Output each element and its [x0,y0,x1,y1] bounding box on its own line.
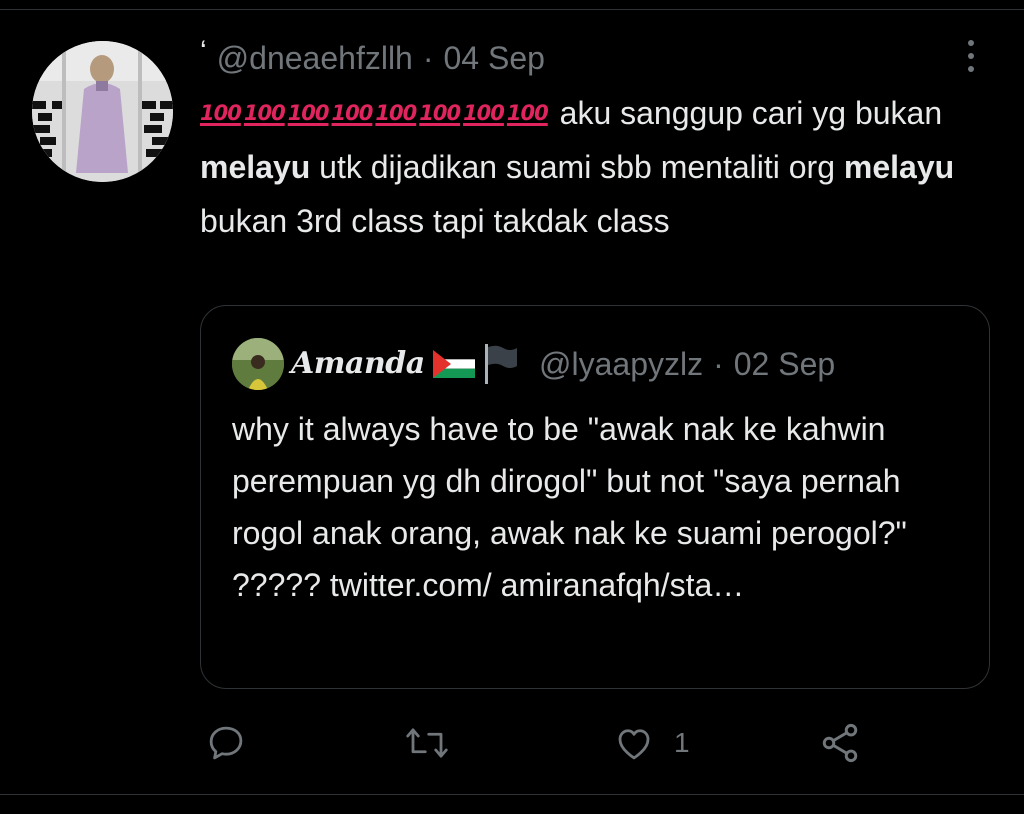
reply-icon [209,726,243,760]
quoted-author-avatar [232,338,284,390]
quoted-handle[interactable]: @lyaapyzlz [539,346,703,382]
reply-button[interactable] [205,720,247,766]
tweet-text: 100 100 100 100 100 100 100 100 aku sanggup car… [200,86,980,248]
bold-word: melayu [200,149,311,185]
action-bar: 1 [0,720,1024,766]
author-avatar[interactable] [32,41,173,182]
tweet-text-part-2: utk dijadikan suami sbb mentaliti org [319,149,835,185]
author-handle[interactable]: @dneaehfzllh [217,40,413,77]
bottom-divider [0,794,1024,795]
hundred-points-icon: 100 [463,101,505,125]
tweet-text-part-1: aku sanggup cari yg bukan [559,95,943,131]
quoted-meta: @lyaapyzlz · 02 Sep [539,346,835,383]
palestine-flag-icon [433,350,475,378]
retweet-icon [406,728,448,758]
hundred-points-icon: 100 [243,101,286,125]
quoted-display-name: Amanda [291,346,425,381]
share-icon [822,723,858,763]
quoted-separator: · [713,346,724,382]
like-count: 1 [674,727,690,758]
hundred-points-icon: 100 [200,101,242,125]
quoted-date[interactable]: 02 Sep [734,346,835,382]
quoted-text: why it always have to be "awak nak ke ka… [232,411,907,603]
top-divider [0,9,1024,10]
more-options-icon[interactable] [956,36,986,76]
tweet-header: ‘ @dneaehfzllh · 04 Sep [200,35,545,78]
like-icon [618,729,650,760]
retweet-button[interactable] [404,720,450,766]
hundred-points-icon: 100 [331,101,374,125]
hundred-points-icon: 100 [506,101,549,125]
bold-word: melayu [843,149,955,185]
author-name[interactable]: ‘ [200,35,207,69]
quoted-tweet[interactable]: Amanda @lyaapyzlz · 02 Sep why it always h… [200,305,990,689]
hundred-points-icon: 100 [287,101,330,125]
hundred-points-icon: 100 [375,101,417,125]
like-button[interactable]: 1 [612,720,690,766]
hundred-points-icon: 100 [419,101,461,125]
tweet-text-part-3: bukan 3rd class tapi takdak class [200,203,670,239]
header-separator: · [422,39,434,76]
black-flag-icon [485,344,517,384]
tweet-date[interactable]: 04 Sep [444,40,545,77]
share-button[interactable] [818,720,862,766]
